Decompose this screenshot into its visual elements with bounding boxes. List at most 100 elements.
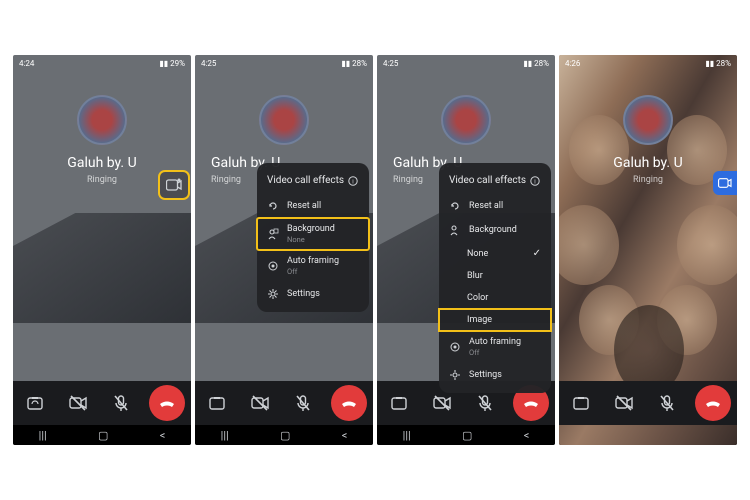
status-bar: 4:25 ▮▮ 28% [195,55,373,71]
background-item-expanded[interactable]: Background [439,218,551,242]
panel-title-row: Video call effects i [439,173,551,194]
signal-icon: ▮▮ [523,59,532,68]
status-time: 4:24 [19,59,34,68]
settings-label: Settings [287,289,320,299]
bg-option-none[interactable]: None ✓ [439,242,551,265]
bg-option-image[interactable]: Image [439,309,551,331]
auto-framing-item[interactable]: Auto framing Off [257,250,369,282]
person-bg-icon [449,224,461,236]
mic-off-button[interactable] [106,388,136,418]
nav-recent-button[interactable]: ||| [39,429,47,442]
battery-text: 28% [716,59,731,68]
status-time: 4:26 [565,59,580,68]
video-effects-button[interactable] [159,171,189,199]
phone-screen-4: 4:26 ▮▮ 28% Galuh by. U Ringing ||| ▢ < [559,55,737,445]
self-camera-preview [13,213,191,323]
signal-icon: ▮▮ [341,59,350,68]
camera-flip-button[interactable] [20,388,50,418]
signal-icon: ▮▮ [705,59,714,68]
panel-title: Video call effects [267,175,344,186]
nav-recent-button[interactable]: ||| [221,429,229,442]
call-toolbar [559,381,737,425]
gear-icon [267,288,279,300]
end-call-button[interactable] [331,385,367,421]
nav-back-button[interactable]: < [160,429,166,442]
camera-flip-button[interactable] [566,388,596,418]
nav-back-button[interactable]: < [524,429,530,442]
target-icon [449,341,461,353]
camera-flip-button[interactable] [202,388,232,418]
video-off-button[interactable] [609,388,639,418]
tutorial-screenshot-row: 4:24 ▮▮ 29% Galuh by. U Ringing ||| ▢ < [3,25,747,475]
status-time: 4:25 [201,59,216,68]
video-off-button[interactable] [63,388,93,418]
auto-framing-item[interactable]: Auto framing Off [439,331,551,363]
call-screen: Galuh by. U Ringing [559,71,737,381]
person-bg-icon [267,228,279,240]
contact-name: Galuh by. U [67,155,136,171]
call-screen: Galuh by. U Ringing Video call effects i… [195,71,373,381]
status-bar: 4:25 ▮▮ 28% [377,55,555,71]
signal-icon: ▮▮ [159,59,168,68]
phone-screen-1: 4:24 ▮▮ 29% Galuh by. U Ringing ||| ▢ < [13,55,191,445]
background-label: Background None [287,224,335,244]
call-status: Ringing [393,175,423,185]
video-effects-icon [166,178,182,192]
android-nav-bar: ||| ▢ < [13,425,191,445]
settings-item[interactable]: Settings [257,282,369,306]
check-icon: ✓ [533,248,541,259]
mic-off-button[interactable] [288,388,318,418]
call-screen: Galuh by. U Ringing [13,71,191,381]
battery-text: 28% [534,59,549,68]
video-effects-panel: Video call effects i Reset all Backgroun… [257,163,369,312]
target-icon [267,260,279,272]
contact-name: Galuh by. U [613,155,682,171]
status-indicators: ▮▮ 29% [159,59,185,68]
gear-icon [449,369,461,381]
video-effects-icon [718,177,732,189]
svg-text:i: i [352,178,354,185]
info-icon[interactable]: i [348,176,358,186]
contact-avatar [77,95,127,145]
call-status: Ringing [211,175,241,185]
reset-all-item[interactable]: Reset all [257,194,369,218]
phone-screen-2: 4:25 ▮▮ 28% Galuh by. U Ringing Video ca… [195,55,373,445]
call-toolbar [13,381,191,425]
reset-all-label: Reset all [287,201,321,211]
nav-home-button[interactable]: ▢ [98,429,108,442]
refresh-icon [449,200,461,212]
bg-option-blur[interactable]: Blur [439,265,551,287]
contact-avatar [623,95,673,145]
status-time: 4:25 [383,59,398,68]
nav-recent-button[interactable]: ||| [403,429,411,442]
status-bar: 4:26 ▮▮ 28% [559,55,737,71]
refresh-icon [267,200,279,212]
svg-text:i: i [534,178,536,185]
video-effects-panel-expanded: Video call effects i Reset all Backgroun… [439,163,551,393]
video-effects-button-active[interactable] [713,171,737,195]
mic-off-button[interactable] [652,388,682,418]
end-call-button[interactable] [149,385,185,421]
background-item[interactable]: Background None [257,218,369,250]
nav-home-button[interactable]: ▢ [280,429,290,442]
contact-avatar [259,95,309,145]
status-indicators: ▮▮ 28% [341,59,367,68]
camera-flip-button[interactable] [384,388,414,418]
settings-item[interactable]: Settings [439,363,551,387]
auto-framing-label: Auto framing Off [287,256,339,276]
info-icon[interactable]: i [530,176,540,186]
call-screen: Galuh by. U Ringing Video call effects i… [377,71,555,381]
auto-framing-label: Auto framing Off [469,337,521,357]
status-indicators: ▮▮ 28% [705,59,731,68]
panel-title: Video call effects [449,175,526,186]
battery-text: 29% [170,59,185,68]
video-off-button[interactable] [245,388,275,418]
bg-option-color[interactable]: Color [439,287,551,309]
nav-home-button[interactable]: ▢ [462,429,472,442]
end-call-button[interactable] [695,385,731,421]
status-indicators: ▮▮ 28% [523,59,549,68]
nav-back-button[interactable]: < [342,429,348,442]
call-status: Ringing [633,175,663,185]
reset-all-item[interactable]: Reset all [439,194,551,218]
android-nav-bar: ||| ▢ < [195,425,373,445]
